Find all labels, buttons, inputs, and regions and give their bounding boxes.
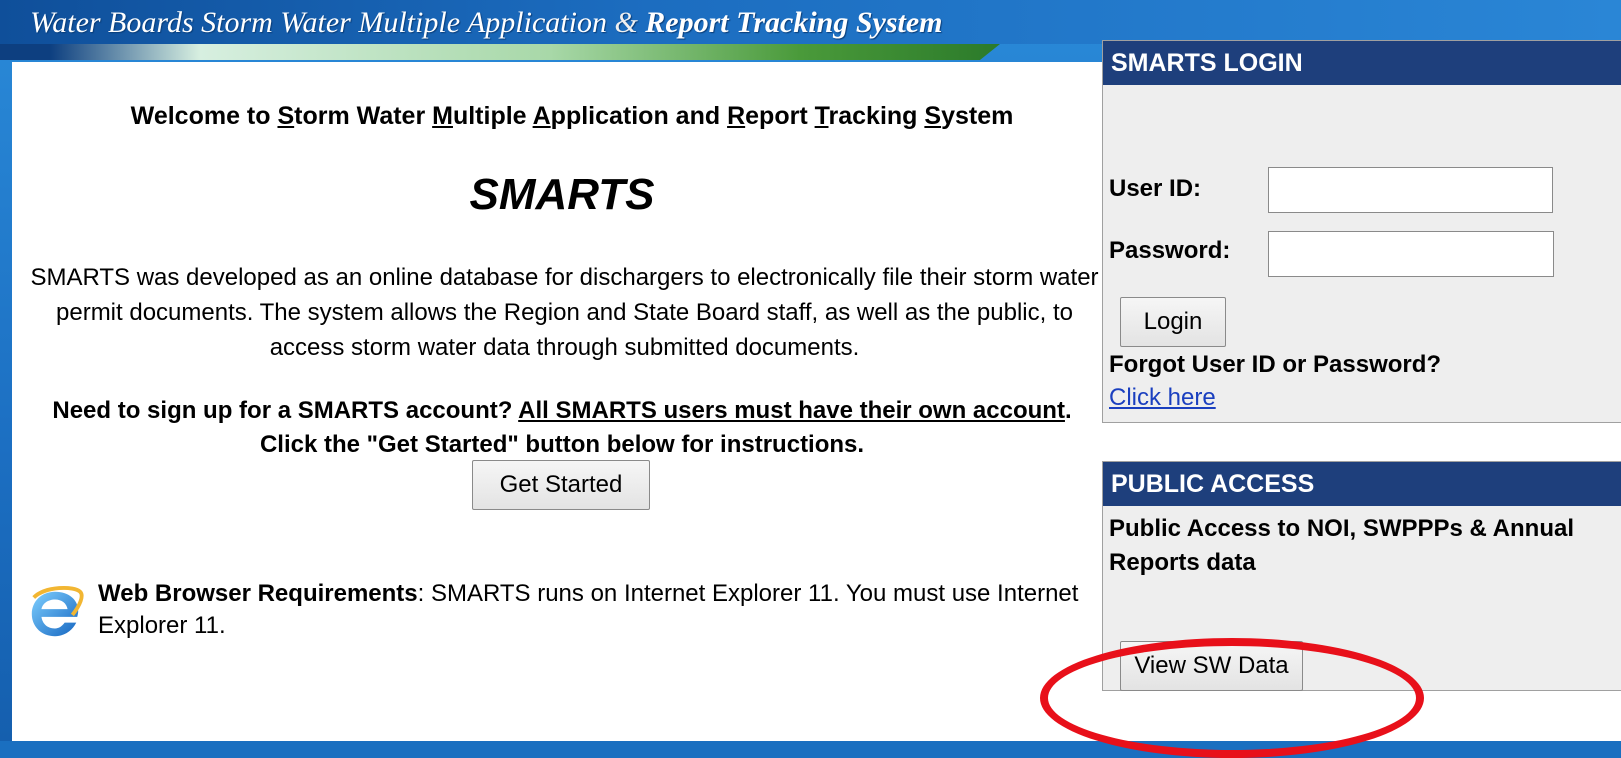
welcome-word-storm: torm Water	[294, 102, 433, 130]
password-label: Password:	[1109, 237, 1231, 264]
signup-underlined: All SMARTS users must have their own acc…	[518, 397, 1065, 424]
browser-requirements-heading: Web Browser Requirements	[98, 580, 418, 607]
welcome-initial-t: T	[814, 102, 829, 130]
welcome-initial-s: S	[277, 102, 295, 130]
page-frame: Water Boards Storm Water Multiple Applic…	[0, 0, 1621, 758]
view-sw-data-button[interactable]: View SW Data	[1120, 641, 1303, 691]
browser-requirements: Web Browser Requirements: SMARTS runs on…	[98, 578, 1108, 642]
banner-title-amp: &	[606, 6, 646, 39]
welcome-initial-m: M	[432, 102, 453, 130]
password-field[interactable]	[1268, 231, 1554, 277]
banner-title: Water Boards Storm Water Multiple Applic…	[30, 6, 943, 40]
welcome-heading: Welcome to Storm Water Multiple Applicat…	[92, 102, 1052, 131]
login-panel: SMARTS LOGIN User ID: Password: Login Fo…	[1102, 40, 1621, 423]
banner-stripe	[0, 44, 1000, 60]
public-access-panel: PUBLIC ACCESS Public Access to NOI, SWPP…	[1102, 461, 1621, 691]
welcome-initial-s2: S	[924, 102, 942, 130]
user-id-field[interactable]	[1268, 167, 1553, 213]
public-access-header: PUBLIC ACCESS	[1103, 462, 1621, 506]
welcome-word-multiple: ultiple	[452, 102, 533, 130]
forgot-credentials-text: Forgot User ID or Password?	[1109, 351, 1442, 378]
forgot-click-here-link[interactable]: Click here	[1109, 384, 1216, 412]
welcome-word-application: pplication and	[550, 102, 728, 130]
signup-text: Need to sign up for a SMARTS account? Al…	[42, 394, 1082, 462]
login-panel-header: SMARTS LOGIN	[1103, 41, 1621, 85]
welcome-word-report: eport	[745, 102, 815, 130]
banner-title-part1: Water Boards Storm Water Multiple Applic…	[30, 6, 607, 39]
login-button[interactable]: Login	[1120, 297, 1226, 347]
banner-title-part2: Report Tracking System	[645, 6, 943, 39]
description-text: SMARTS was developed as an online databa…	[30, 264, 1099, 361]
welcome-word-system: ystem	[941, 102, 1014, 130]
site-banner: Water Boards Storm Water Multiple Applic…	[0, 0, 1621, 44]
page-title: SMARTS	[469, 170, 655, 219]
welcome-initial-r: R	[727, 102, 746, 130]
get-started-button[interactable]: Get Started	[472, 460, 650, 510]
welcome-initial-a: A	[532, 102, 551, 130]
welcome-word-tracking: racking	[828, 102, 925, 130]
signup-lead: Need to sign up for a SMARTS account?	[52, 397, 519, 424]
welcome-prefix: Welcome to	[130, 102, 278, 130]
public-access-text: Public Access to NOI, SWPPPs & Annual Re…	[1109, 515, 1574, 576]
user-id-label: User ID:	[1109, 175, 1202, 202]
internet-explorer-icon	[31, 586, 84, 637]
